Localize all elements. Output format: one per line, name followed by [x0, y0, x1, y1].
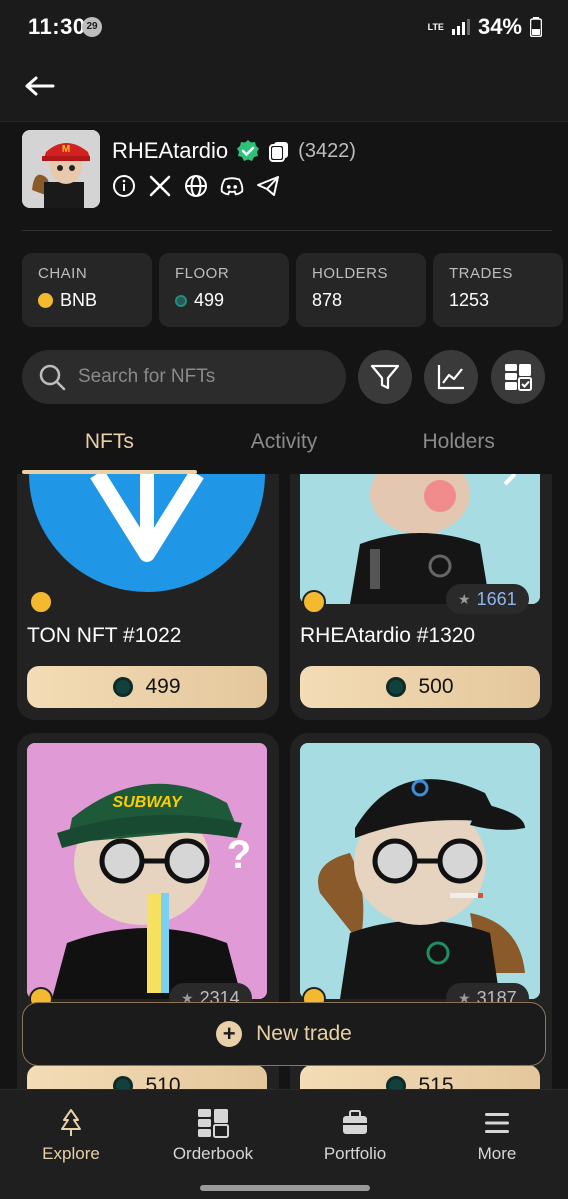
nft-title: RHEAtardio #1320 [300, 624, 476, 647]
nav-label: Explore [42, 1144, 100, 1163]
stat-label: HOLDERS [312, 265, 389, 282]
stat-value: 878 [312, 290, 343, 310]
grid-view-icon [505, 364, 532, 391]
briefcase-icon [343, 1110, 367, 1134]
nav-label: Portfolio [323, 1144, 387, 1163]
nft-price: 500 [418, 675, 454, 698]
arrow-left-icon [25, 76, 55, 96]
svg-text:M: M [62, 144, 70, 155]
search-input[interactable] [78, 366, 318, 388]
ton-coin-icon [386, 1076, 407, 1089]
stat-value: 1253 [449, 290, 490, 310]
filter-icon [370, 364, 400, 390]
notification-count-badge: 29 [82, 17, 102, 37]
nav-portfolio[interactable]: Portfolio [284, 1090, 426, 1179]
nft-price: 499 [145, 675, 181, 698]
nft-image [27, 474, 267, 604]
stat-label: CHAIN [38, 265, 88, 282]
view-toggle-button[interactable] [491, 350, 545, 404]
discord-icon[interactable] [220, 174, 244, 198]
buy-price-button[interactable]: 500 [300, 666, 540, 708]
nav-label: More [477, 1144, 517, 1163]
stat-label: FLOOR [175, 265, 230, 282]
app-bar [0, 56, 568, 122]
ton-coin-icon [386, 677, 407, 697]
nav-orderbook[interactable]: Orderbook [142, 1090, 284, 1179]
rarity-rank-badge: ★ 1661 [446, 584, 529, 614]
collection-name: RHEAtardio [112, 138, 229, 163]
stat-holders: HOLDERS 878 [296, 253, 426, 327]
gesture-bar [0, 1179, 568, 1199]
stat-label: TRADES [449, 265, 513, 282]
stat-value: BNB [60, 290, 98, 310]
rarity-rank: 1661 [476, 588, 517, 609]
nft-price: 510 [145, 1074, 181, 1089]
stat-trades: TRADES 1253 [433, 253, 563, 327]
bnb-coin-icon [38, 293, 53, 308]
ton-coin-icon [113, 1076, 134, 1089]
nft-image: SUBWAY ? [27, 743, 267, 999]
filter-button[interactable] [358, 350, 412, 404]
bottom-navigation: Explore Orderbook Portfolio More [0, 1089, 568, 1179]
info-icon[interactable] [112, 174, 136, 198]
x-twitter-icon[interactable] [148, 174, 172, 198]
social-links [112, 174, 280, 198]
home-gesture-pill[interactable] [200, 1185, 370, 1191]
content-tabs: NFTs Activity Holders [22, 420, 546, 474]
collection-title-row: RHEAtardio (3422) [112, 138, 356, 164]
search-icon [39, 364, 66, 391]
nav-explore[interactable]: Explore [0, 1090, 142, 1179]
ton-coin-icon [113, 677, 134, 697]
nft-card[interactable]: ★ 1661 RHEAtardio #1320 500 [290, 474, 552, 720]
nav-more[interactable]: More [426, 1090, 568, 1179]
collection-stats: CHAIN BNB FLOOR 499 HOLDERS 878 TRADES 1… [22, 253, 563, 327]
signal-icon [451, 19, 470, 35]
nft-grid: TON NFT #1022 499 ★ 1661 RHEAtardio #132 [0, 474, 568, 1089]
verified-icon [237, 140, 260, 161]
nft-price: 515 [418, 1074, 454, 1089]
nft-card[interactable]: TON NFT #1022 499 [17, 474, 279, 720]
svg-text:SUBWAY: SUBWAY [112, 794, 182, 811]
status-icons: LTE 34% [428, 14, 542, 40]
nav-label: Orderbook [172, 1144, 254, 1163]
buy-price-button[interactable]: 499 [27, 666, 267, 708]
lte-indicator: LTE [427, 21, 444, 32]
header-divider [22, 230, 552, 231]
svg-text:?: ? [227, 833, 251, 877]
new-trade-label: New trade [256, 1022, 352, 1045]
star-icon: ★ [458, 590, 471, 607]
status-time: 11:30 [28, 14, 86, 39]
ton-coin-icon [175, 294, 187, 307]
bnb-chain-icon [302, 590, 326, 614]
chart-button[interactable] [424, 350, 478, 404]
stat-floor: FLOOR 499 [159, 253, 289, 327]
collection-item-count: (3422) [298, 139, 356, 162]
globe-icon[interactable] [184, 174, 208, 198]
nft-image [300, 743, 540, 999]
orderbook-icon [198, 1109, 229, 1138]
new-trade-button[interactable]: + New trade [22, 1002, 546, 1066]
buy-price-button[interactable]: 515 [300, 1065, 540, 1089]
battery-percent: 34% [477, 14, 522, 39]
collection-avatar: M [22, 130, 100, 208]
tree-icon [61, 1109, 81, 1136]
plus-icon: + [216, 1021, 243, 1047]
back-button[interactable] [20, 70, 60, 102]
battery-icon [530, 17, 542, 37]
nft-title: TON NFT #1022 [27, 624, 182, 647]
buy-price-button[interactable]: 510 [27, 1065, 267, 1089]
bnb-chain-icon [29, 590, 53, 614]
stat-chain: CHAIN BNB [22, 253, 152, 327]
tab-activity[interactable]: Activity [197, 420, 372, 472]
stat-value: 499 [194, 290, 225, 310]
copy-icon[interactable] [268, 140, 290, 162]
tab-nfts[interactable]: NFTs [22, 420, 197, 474]
tab-holders[interactable]: Holders [371, 420, 546, 472]
search-bar[interactable] [22, 350, 346, 404]
telegram-icon[interactable] [256, 174, 280, 198]
chart-icon [437, 365, 464, 390]
status-bar: 11:30 29 LTE 34% [0, 0, 568, 56]
menu-icon [485, 1113, 509, 1133]
